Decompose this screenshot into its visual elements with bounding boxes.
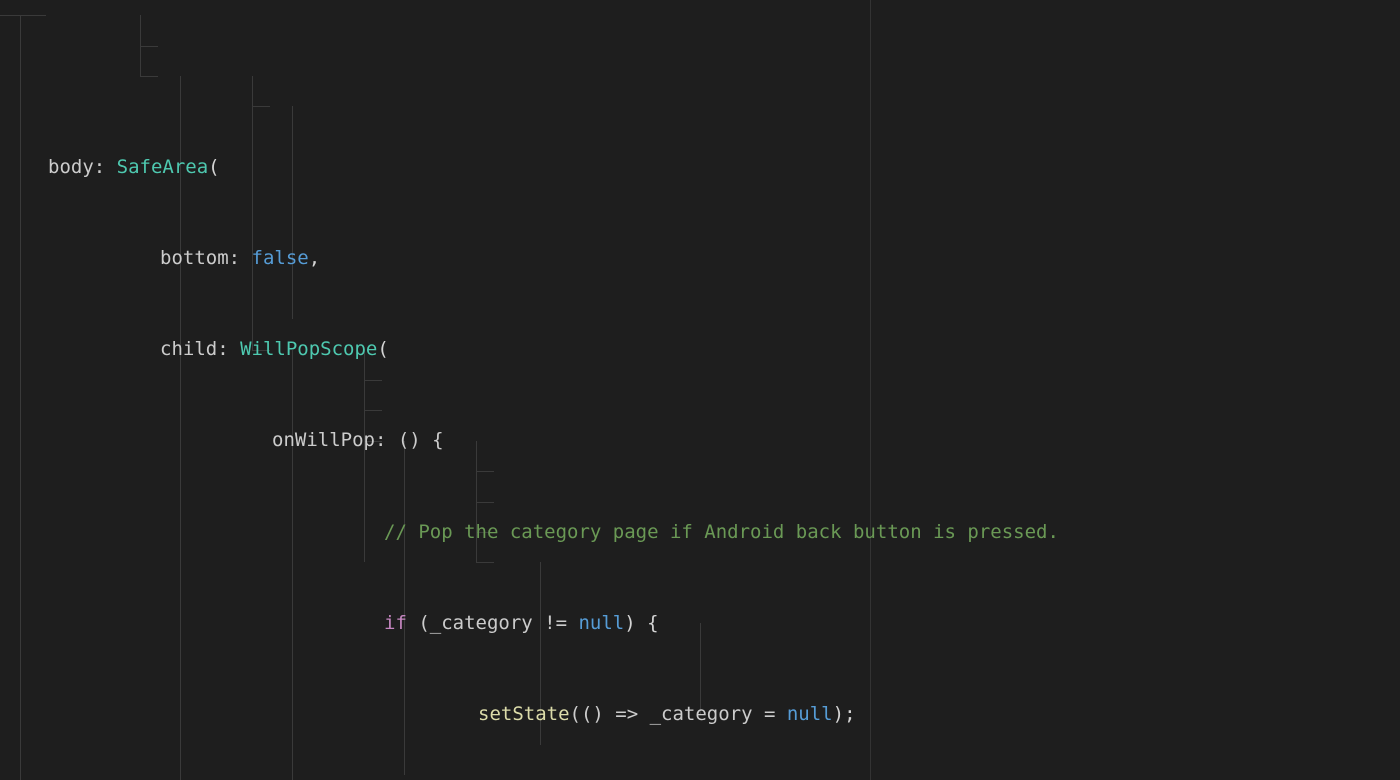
code-line[interactable]: child: WillPopScope( [0,334,1400,364]
code-line[interactable]: bottom: false, [0,243,1400,273]
code-line[interactable]: setState(() => _category = null); [0,699,1400,729]
code-editor[interactable]: body: SafeArea( bottom: false, child: Wi… [0,0,1400,780]
right-margin-ruler [870,0,871,780]
code-line[interactable]: onWillPop: () { [0,425,1400,455]
code-line[interactable]: // Pop the category page if Android back… [0,517,1400,547]
code-line[interactable]: body: SafeArea( [0,152,1400,182]
indent-guides [0,0,1400,780]
code-line[interactable]: if (_category != null) { [0,608,1400,638]
